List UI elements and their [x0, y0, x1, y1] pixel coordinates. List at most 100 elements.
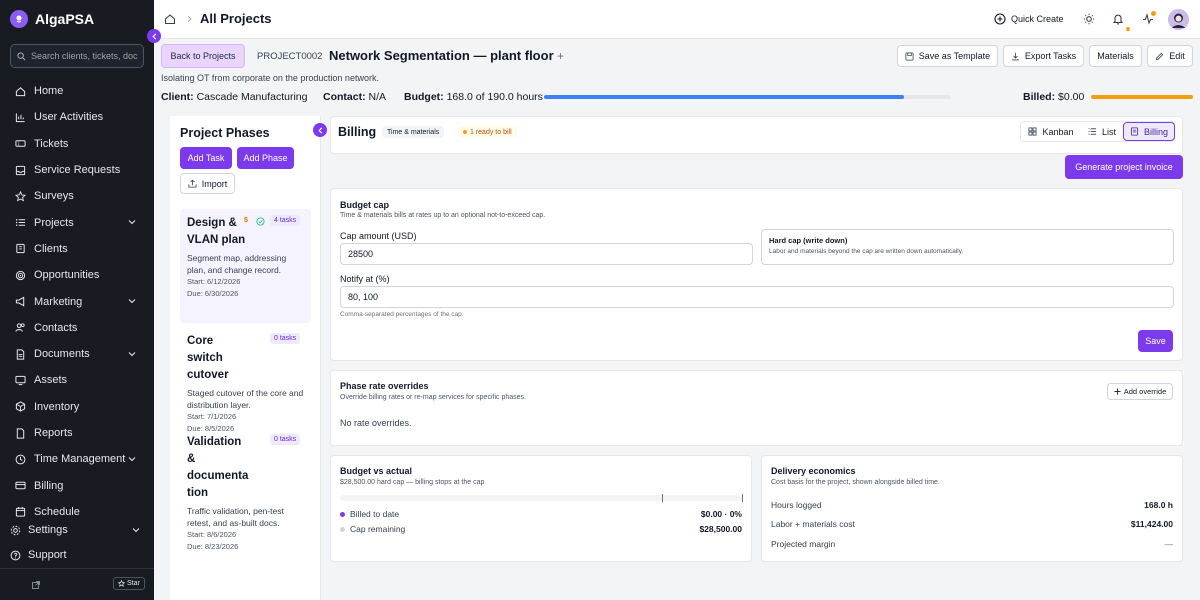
- home-icon: [15, 86, 26, 96]
- home-icon[interactable]: [164, 13, 176, 25]
- avatar[interactable]: [1168, 9, 1189, 30]
- sidebar-item-time-management[interactable]: Time Management: [0, 446, 154, 472]
- download-icon: [1011, 52, 1019, 60]
- view-kanban-tab[interactable]: Kanban: [1021, 122, 1081, 141]
- sidebar-footer: Star: [0, 568, 154, 600]
- star-button[interactable]: Star: [113, 577, 145, 590]
- sidebar-item-label: Time Management: [34, 453, 126, 466]
- view-list-tab[interactable]: List: [1082, 122, 1122, 141]
- notify-at-help: Comma-separated percentages of the cap.: [340, 311, 464, 318]
- report-icon: [16, 427, 25, 439]
- sidebar-item-settings[interactable]: Settings: [10, 522, 144, 538]
- sidebar-item-user-activities[interactable]: User Activities: [0, 104, 154, 130]
- export-tasks-button[interactable]: Export Tasks: [1003, 45, 1084, 67]
- sidebar-item-reports[interactable]: Reports: [0, 420, 154, 446]
- billing-title: Billing: [338, 125, 377, 139]
- sidebar-item-service-requests[interactable]: Service Requests: [0, 157, 154, 183]
- edit-button[interactable]: Edit: [1147, 45, 1193, 67]
- sidebar-item-inventory[interactable]: Inventory: [0, 394, 154, 420]
- project-code: PROJECT0002: [257, 51, 323, 62]
- phase-card[interactable]: Validation & documentation 0 tasks Traff…: [180, 428, 311, 551]
- chevron-down-icon: [132, 528, 140, 533]
- delivery-economics-panel: Delivery economics Cost basis for the pr…: [761, 455, 1183, 562]
- labor-materials-cost-value: $11,424.00: [1130, 519, 1173, 529]
- theme-toggle-icon[interactable]: [1083, 13, 1095, 25]
- save-button[interactable]: Save: [1138, 330, 1173, 352]
- phase-name: Core switch cutover: [187, 335, 229, 381]
- phases-title: Project Phases: [180, 126, 270, 140]
- view-billing-tab[interactable]: Billing: [1123, 122, 1175, 141]
- economics-subtitle: Cost basis for the project, shown alongs…: [771, 479, 940, 486]
- billing-type-badge: Time & materials: [382, 126, 445, 138]
- activity-dot: [1151, 11, 1156, 16]
- pencil-icon: [1156, 52, 1164, 60]
- bell-icon[interactable]: [1112, 13, 1124, 25]
- sidebar-collapse-button[interactable]: [147, 29, 161, 43]
- sidebar-item-label: Reports: [34, 427, 73, 439]
- add-override-button[interactable]: Add override: [1107, 383, 1173, 400]
- sidebar-item-marketing[interactable]: Marketing: [0, 288, 154, 314]
- sidebar: AlgaPSA Home User Activities Tickets Ser…: [0, 0, 154, 600]
- sidebar-item-home[interactable]: Home: [0, 78, 154, 104]
- kanban-icon: [1028, 127, 1037, 136]
- sidebar-item-label: Opportunities: [34, 269, 100, 282]
- view-switcher: Kanban List Billing: [1020, 121, 1175, 142]
- billing-header: Billing Time & materials 1 ready to bill…: [330, 116, 1183, 154]
- hours-logged-label: Hours logged: [771, 500, 822, 510]
- import-button[interactable]: Import: [180, 173, 235, 194]
- client-label: Client:: [161, 91, 194, 103]
- labor-materials-cost-label: Labor + materials cost: [771, 519, 855, 529]
- budget-meta: Budget: 168.0 of 190.0 hours: [404, 91, 543, 103]
- quick-create-button[interactable]: Quick Create: [994, 13, 1064, 25]
- add-phase-button[interactable]: Add Phase: [237, 147, 294, 169]
- materials-button[interactable]: Materials: [1089, 45, 1142, 67]
- sidebar-item-label: Assets: [34, 374, 68, 387]
- add-tag-button[interactable]: +: [557, 49, 564, 63]
- billed-progress-bar: [1091, 95, 1193, 99]
- sidebar-item-label: Marketing: [34, 295, 83, 308]
- sidebar-item-label: Billing: [34, 479, 64, 492]
- phase-rate-overrides-panel: Phase rate overrides Override billing ra…: [330, 370, 1183, 446]
- budget-progress-fill: [544, 95, 904, 99]
- phase-card[interactable]: Design & VLAN plan $ 4 tasks Segment map…: [180, 209, 311, 323]
- sidebar-search-input[interactable]: [31, 51, 143, 61]
- phases-collapse-button[interactable]: [313, 123, 327, 137]
- overrides-subtitle: Override billing rates or re-map service…: [340, 394, 526, 401]
- sidebar-item-assets[interactable]: Assets: [0, 367, 154, 393]
- sidebar-item-label: Settings: [28, 524, 68, 536]
- phase-start: Start: 8/6/2026: [187, 530, 237, 539]
- save-as-template-button[interactable]: Save as Template: [897, 45, 998, 67]
- sidebar-item-tickets[interactable]: Tickets: [0, 131, 154, 157]
- sidebar-item-documents[interactable]: Documents: [0, 341, 154, 367]
- generate-project-invoice-button[interactable]: Generate project invoice: [1065, 155, 1183, 179]
- sidebar-item-billing[interactable]: Billing: [0, 472, 154, 498]
- sidebar-search[interactable]: [10, 44, 144, 68]
- add-task-button[interactable]: Add Task: [180, 147, 232, 169]
- budget-progress-bar: [544, 95, 951, 99]
- hard-cap-option[interactable]: Hard cap (write down) Labor and material…: [761, 229, 1174, 265]
- chevron-down-icon: [128, 352, 136, 357]
- project-name[interactable]: Network Segmentation — plant floor: [329, 48, 554, 63]
- app-logo[interactable]: AlgaPSA: [10, 10, 94, 28]
- chart-icon: [15, 113, 25, 123]
- notify-at-input[interactable]: 80, 100: [340, 286, 1174, 308]
- sidebar-item-surveys[interactable]: Surveys: [0, 183, 154, 209]
- hard-cap-description: Labor and materials beyond the cap are w…: [769, 248, 964, 255]
- sidebar-item-clients[interactable]: Clients: [0, 236, 154, 262]
- sidebar-item-support[interactable]: Support: [10, 549, 67, 561]
- document-icon: [16, 349, 25, 360]
- sidebar-item-opportunities[interactable]: Opportunities: [0, 262, 154, 288]
- megaphone-icon: [15, 296, 25, 307]
- sidebar-item-contacts[interactable]: Contacts: [0, 315, 154, 341]
- back-to-projects-button[interactable]: Back to Projects: [161, 44, 245, 68]
- sidebar-item-projects[interactable]: Projects: [0, 209, 154, 235]
- cap-amount-input[interactable]: 28500: [340, 243, 753, 265]
- chevron-right-icon: [187, 16, 192, 22]
- billed-legend-dot: [340, 512, 345, 517]
- billed-value: $0.00: [1058, 91, 1085, 103]
- phase-card[interactable]: Core switch cutover 0 tasks Staged cutov…: [180, 327, 311, 433]
- sidebar-item-label: Home: [34, 85, 64, 98]
- client-meta: Client: Cascade Manufacturing: [161, 91, 308, 103]
- external-link-icon[interactable]: [32, 581, 40, 589]
- budget-cap-title: Budget cap: [340, 200, 390, 210]
